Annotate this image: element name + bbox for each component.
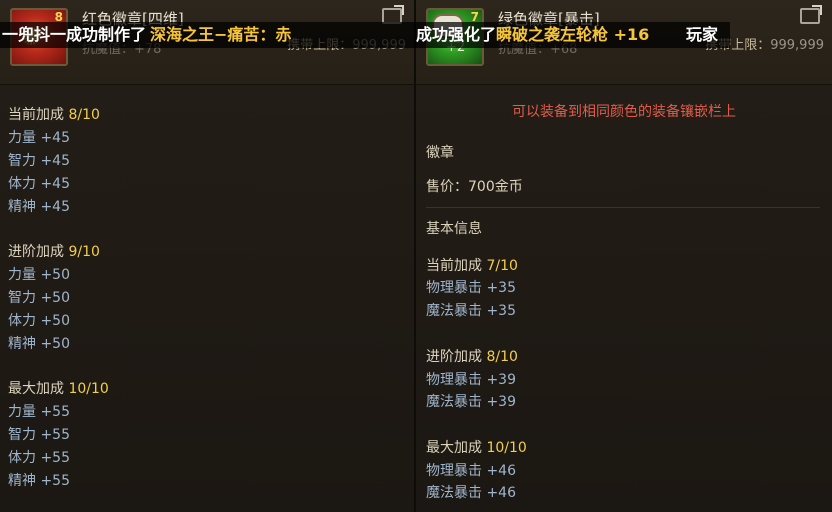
section-label: 最大加成 bbox=[8, 381, 64, 397]
section-value: 9/10 bbox=[68, 244, 100, 260]
section-max-bonus: 最大加成 10/10 bbox=[8, 378, 109, 398]
section-current-bonus: 当前加成 7/10 bbox=[426, 255, 518, 275]
stat-line: 智力 +50 bbox=[8, 290, 70, 306]
sell-price: 售价：700金币 bbox=[426, 179, 523, 195]
stat-line: 魔法暴击 +46 bbox=[426, 485, 516, 501]
ticker-text: 成功强化了 bbox=[416, 25, 497, 44]
divider-line bbox=[426, 207, 820, 208]
stat-line: 魔法暴击 +35 bbox=[426, 303, 516, 319]
section-label: 进阶加成 bbox=[426, 349, 482, 365]
section-label: 进阶加成 bbox=[8, 244, 64, 260]
ticker-item-name: 瞬破之袭左轮枪 +16 bbox=[496, 25, 650, 44]
section-max-bonus: 最大加成 10/10 bbox=[426, 437, 527, 457]
stat-line: 精神 +45 bbox=[8, 199, 70, 215]
left-item-tooltip: ✺ 8 红色徽章[四维] 抗魔值：+78 携带上限：999,999 当前加成 8… bbox=[0, 0, 414, 512]
section-advanced-bonus: 进阶加成 8/10 bbox=[426, 346, 518, 366]
section-value: 8/10 bbox=[68, 107, 100, 123]
ticker-item-name: 深海之王−痛苦：赤 bbox=[150, 25, 292, 44]
share-icon[interactable] bbox=[800, 5, 822, 24]
stat-line: 力量 +55 bbox=[8, 404, 70, 420]
stat-line: 物理暴击 +39 bbox=[426, 372, 516, 388]
stat-line: 体力 +55 bbox=[8, 450, 70, 466]
stat-line: 智力 +45 bbox=[8, 153, 70, 169]
section-advanced-bonus: 进阶加成 9/10 bbox=[8, 241, 100, 261]
stat-line: 精神 +50 bbox=[8, 336, 70, 352]
section-label: 当前加成 bbox=[426, 258, 482, 274]
stat-line: 物理暴击 +46 bbox=[426, 463, 516, 479]
section-label: 当前加成 bbox=[8, 107, 64, 123]
section-label: 最大加成 bbox=[426, 440, 482, 456]
right-item-tooltip: +2 7 绿色徽章[暴击] 抗魔值：+68 携带上限：999,999 可以装备到… bbox=[416, 0, 832, 512]
section-value: 7/10 bbox=[486, 258, 518, 274]
stat-line: 体力 +50 bbox=[8, 313, 70, 329]
equip-notice: 可以装备到相同颜色的装备镶嵌栏上 bbox=[512, 104, 736, 120]
section-current-bonus: 当前加成 8/10 bbox=[8, 104, 100, 124]
stat-line: 力量 +45 bbox=[8, 130, 70, 146]
carry-limit-value: 999,999 bbox=[770, 38, 824, 53]
stat-line: 物理暴击 +35 bbox=[426, 280, 516, 296]
stat-line: 精神 +55 bbox=[8, 473, 70, 489]
ticker-text: 玩家 bbox=[686, 25, 719, 44]
basic-info-heading: 基本信息 bbox=[426, 221, 482, 237]
item-type: 徽章 bbox=[426, 145, 454, 161]
stat-line: 体力 +45 bbox=[8, 176, 70, 192]
stat-line: 智力 +55 bbox=[8, 427, 70, 443]
section-value: 10/10 bbox=[68, 381, 109, 397]
section-value: 10/10 bbox=[486, 440, 527, 456]
broadcast-ticker: 一兜抖一成功制作了 深海之王−痛苦：赤 成功强化了 瞬破之袭左轮枪 +16 玩家 bbox=[0, 22, 730, 48]
stat-line: 魔法暴击 +39 bbox=[426, 394, 516, 410]
stat-line: 力量 +50 bbox=[8, 267, 70, 283]
section-value: 8/10 bbox=[486, 349, 518, 365]
ticker-text: 一兜抖一成功制作了 bbox=[2, 25, 147, 44]
